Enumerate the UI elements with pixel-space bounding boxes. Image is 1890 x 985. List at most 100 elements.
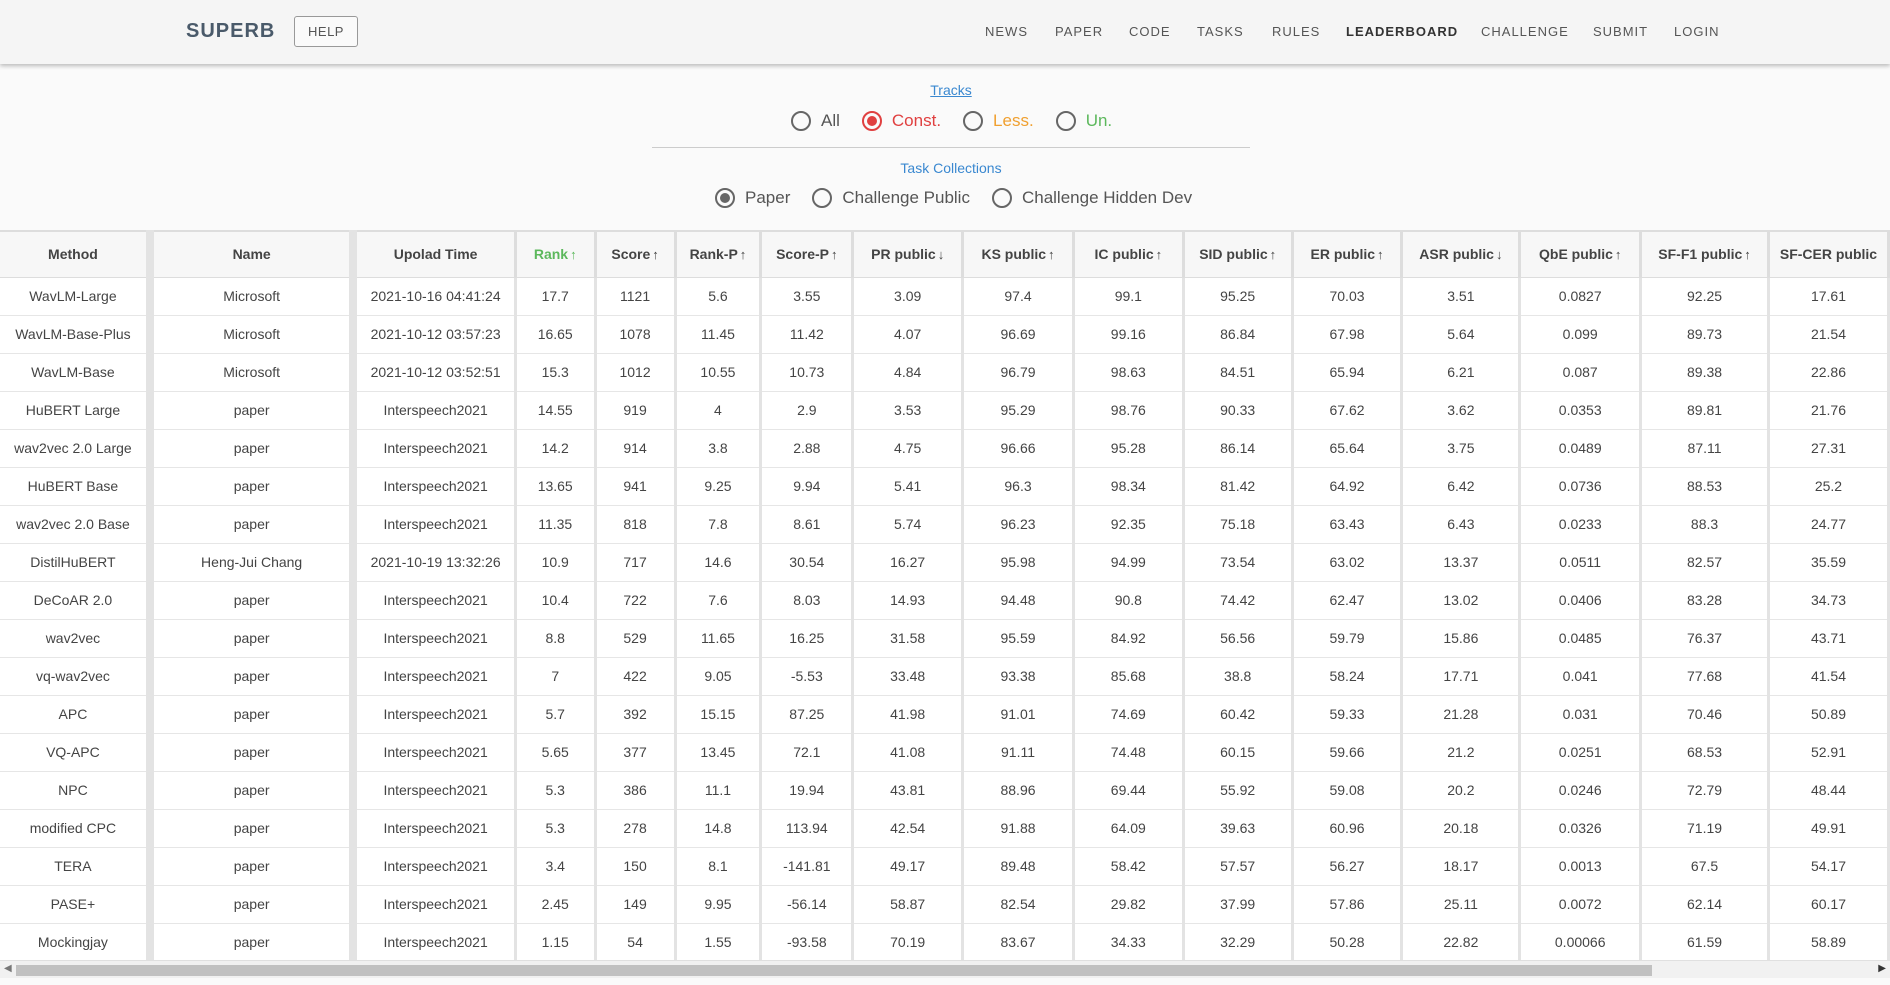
collection-option-paper[interactable]: Paper [715, 188, 790, 208]
table-cell: 75.18 [1183, 505, 1294, 544]
table-cell: 11.35 [515, 505, 597, 544]
table-row[interactable]: WavLM-Base Microsoft 2021-10-12 03:52:51 15… [0, 353, 1890, 392]
table-row[interactable]: VQ-APC paper Interspeech2021 5.65 377 13.45 72… [0, 733, 1890, 772]
sort-down-arrow-icon[interactable]: ↓ [938, 247, 945, 262]
column-header-method[interactable]: Method [0, 230, 154, 278]
table-row[interactable]: wav2vec 2.0 Large paper Interspeech2021 14.… [0, 429, 1890, 468]
leaderboard-table-container[interactable]: Method Name Upolad Time Rank ↑ Score ↑ Rank-P ↑ S… [0, 230, 1890, 960]
table-cell: 21.2 [1401, 733, 1522, 772]
column-header-qbe-public[interactable]: QbE public ↑ [1519, 230, 1643, 278]
collection-option-challenge-public[interactable]: Challenge Public [812, 188, 970, 208]
tracks-title[interactable]: Tracks [801, 82, 1101, 98]
track-option-const[interactable]: Const. [861, 111, 941, 131]
column-header-pr-public[interactable]: PR public ↓ [852, 230, 965, 278]
column-header-score-p[interactable]: Score-P ↑ [760, 230, 855, 278]
column-header-sid-public[interactable]: SID public ↑ [1183, 230, 1294, 278]
help-button[interactable]: HELP [294, 16, 358, 47]
column-header-rank[interactable]: Rank ↑ [515, 230, 597, 278]
nav-leaderboard[interactable]: LEADERBOARD [1346, 24, 1458, 39]
table-row[interactable]: WavLM-Base-Plus Microsoft 2021-10-12 03:57… [0, 315, 1890, 354]
nav-code[interactable]: CODE [1129, 24, 1171, 39]
table-row[interactable]: wav2vec 2.0 Base paper Interspeech2021 11.3… [0, 505, 1890, 544]
nav-login[interactable]: LOGIN [1674, 24, 1719, 39]
table-row[interactable]: HuBERT Base paper Interspeech2021 13.65 941 9… [0, 467, 1890, 506]
nav-challenge[interactable]: CHALLENGE [1481, 24, 1569, 39]
scroll-left-arrow-icon[interactable]: ◀ [4, 963, 12, 974]
table-cell: 0.0013 [1519, 847, 1643, 886]
sort-down-arrow-icon[interactable]: ↓ [1496, 247, 1503, 262]
table-cell: 58.24 [1292, 657, 1404, 696]
table-cell: 20.2 [1401, 771, 1522, 810]
table-row[interactable]: modified CPC paper Interspeech2021 5.3 278 14… [0, 809, 1890, 848]
sort-up-arrow-icon[interactable]: ↑ [1048, 247, 1055, 262]
column-header-name[interactable]: Name [149, 230, 358, 278]
table-cell: VQ-APC [0, 733, 154, 772]
column-header-ic-public[interactable]: IC public ↑ [1073, 230, 1185, 278]
horizontal-scrollbar[interactable]: ◀ ▶ [0, 960, 1890, 978]
column-header-score[interactable]: Score ↑ [595, 230, 677, 278]
sort-up-arrow-icon[interactable]: ↑ [1156, 247, 1163, 262]
column-header-upolad-time[interactable]: Upolad Time [353, 230, 517, 278]
top-app-bar: SUPERB HELP NEWS PAPER CODE TASKS RULES … [0, 0, 1890, 64]
column-header-sf-cer-public[interactable]: SF-CER public [1768, 230, 1890, 278]
nav-news[interactable]: NEWS [985, 24, 1028, 39]
column-header-rank-p[interactable]: Rank-P ↑ [675, 230, 763, 278]
sort-up-arrow-icon[interactable]: ↑ [652, 247, 659, 262]
sort-up-arrow-icon[interactable]: ↑ [1270, 247, 1277, 262]
table-cell: 13.02 [1401, 581, 1522, 620]
track-option-less[interactable]: Less. [963, 111, 1034, 131]
table-row[interactable]: Mockingjay paper Interspeech2021 1.15 54 1.55… [0, 923, 1890, 960]
sort-up-arrow-icon[interactable]: ↑ [740, 247, 747, 262]
table-row[interactable]: DeCoAR 2.0 paper Interspeech2021 10.4 722 7.6… [0, 581, 1890, 620]
track-option-all[interactable]: All [791, 111, 840, 131]
table-cell: 7.8 [675, 505, 763, 544]
radio-checked-icon[interactable] [715, 188, 735, 208]
table-row[interactable]: NPC paper Interspeech2021 5.3 386 11.1 19.94 43… [0, 771, 1890, 810]
table-cell: 92.35 [1073, 505, 1185, 544]
nav-tasks[interactable]: TASKS [1197, 24, 1244, 39]
track-option-un[interactable]: Un. [1055, 111, 1112, 131]
radio-unchecked-icon[interactable] [963, 111, 984, 131]
table-row[interactable]: wav2vec paper Interspeech2021 8.8 529 11.65 16… [0, 619, 1890, 658]
table-cell: 91.01 [962, 695, 1075, 734]
column-header-ks-public[interactable]: KS public ↑ [962, 230, 1075, 278]
radio-unchecked-icon[interactable] [791, 111, 811, 131]
table-cell: 7.6 [675, 581, 763, 620]
table-cell: paper [149, 429, 358, 468]
collection-option-challenge-hidden-dev[interactable]: Challenge Hidden Dev [991, 188, 1192, 208]
table-row[interactable]: PASE+ paper Interspeech2021 2.45 149 9.95 -56.… [0, 885, 1890, 924]
table-cell: HuBERT Base [0, 467, 154, 506]
table-cell: 89.48 [962, 847, 1075, 886]
sort-up-arrow-icon[interactable]: ↑ [1615, 247, 1622, 262]
table-cell: 57.57 [1183, 847, 1294, 886]
column-header-sf-f1-public[interactable]: SF-F1 public ↑ [1640, 230, 1770, 278]
table-row[interactable]: WavLM-Large Microsoft 2021-10-16 04:41:24 1… [0, 277, 1890, 316]
nav-submit[interactable]: SUBMIT [1593, 24, 1648, 39]
radio-checked-icon[interactable] [861, 111, 882, 131]
sort-up-arrow-icon[interactable]: ↑ [1377, 247, 1384, 262]
table-row[interactable]: vq-wav2vec paper Interspeech2021 7 422 9.05 -5… [0, 657, 1890, 696]
sort-up-arrow-icon[interactable]: ↑ [570, 247, 577, 262]
column-header-asr-public[interactable]: ASR public ↓ [1401, 230, 1522, 278]
table-cell: 2021-10-19 13:32:26 [353, 543, 517, 582]
nav-rules[interactable]: RULES [1272, 24, 1320, 39]
table-cell: 30.54 [760, 543, 855, 582]
table-row[interactable]: APC paper Interspeech2021 5.7 392 15.15 87.25 4… [0, 695, 1890, 734]
table-cell: 422 [595, 657, 677, 696]
scrollbar-thumb[interactable] [16, 965, 1652, 976]
table-row[interactable]: HuBERT Large paper Interspeech2021 14.55 919… [0, 391, 1890, 430]
sort-up-arrow-icon[interactable]: ↑ [831, 247, 838, 262]
nav-paper[interactable]: PAPER [1055, 24, 1103, 39]
sort-up-arrow-icon[interactable]: ↑ [1744, 247, 1751, 262]
table-cell: Interspeech2021 [353, 619, 517, 658]
column-header-er-public[interactable]: ER public ↑ [1292, 230, 1404, 278]
radio-unchecked-icon[interactable] [991, 188, 1012, 208]
table-row[interactable]: DistilHuBERT Heng-Jui Chang 2021-10-19 13:… [0, 543, 1890, 582]
table-row[interactable]: TERA paper Interspeech2021 3.4 150 8.1 -141.81… [0, 847, 1890, 886]
brand-logo[interactable]: SUPERB [186, 20, 275, 43]
scroll-right-arrow-icon[interactable]: ▶ [1878, 963, 1886, 974]
radio-unchecked-icon[interactable] [812, 188, 833, 208]
table-cell: WavLM-Base [0, 353, 154, 392]
table-cell: 0.0489 [1519, 429, 1643, 468]
radio-unchecked-icon[interactable] [1055, 111, 1076, 131]
